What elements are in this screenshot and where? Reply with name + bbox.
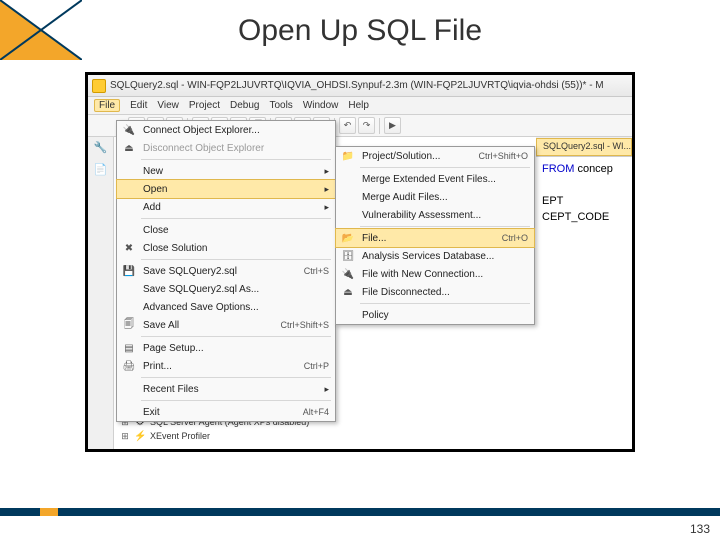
print-icon: 🖨 xyxy=(121,359,137,373)
menu-item-open[interactable]: Open▸ xyxy=(117,180,335,198)
gutter-icon[interactable]: 🔧 xyxy=(93,141,109,157)
save-all-icon: 🗐 xyxy=(121,318,137,332)
menu-item-connect[interactable]: 🔌Connect Object Explorer... xyxy=(117,121,335,139)
chevron-right-icon: ▸ xyxy=(324,166,329,177)
menu-item-print[interactable]: 🖨Print...Ctrl+P xyxy=(117,357,335,375)
menu-separator xyxy=(141,336,331,337)
menu-item-adv-save[interactable]: Advanced Save Options... xyxy=(117,298,335,316)
menu-item-new-conn[interactable]: 🔌File with New Connection... xyxy=(336,265,534,283)
expand-icon[interactable]: ⊞ xyxy=(120,431,130,442)
menu-tools[interactable]: Tools xyxy=(269,100,292,111)
menu-help[interactable]: Help xyxy=(348,100,369,111)
menu-item-add[interactable]: Add▸ xyxy=(117,198,335,216)
side-toolbox: 🔧 📄 xyxy=(88,137,114,449)
menu-separator xyxy=(141,377,331,378)
unplug-icon: ⏏ xyxy=(340,285,356,299)
menu-item-file[interactable]: 📂File...Ctrl+O xyxy=(336,229,534,247)
menu-item-disconnected[interactable]: ⏏File Disconnected... xyxy=(336,283,534,301)
tool-icon[interactable]: ▶ xyxy=(384,117,401,134)
menu-separator xyxy=(360,303,530,304)
tool-icon[interactable]: ↶ xyxy=(339,117,356,134)
code-text: concep xyxy=(574,163,613,175)
menu-item-save[interactable]: 💾Save SQLQuery2.sqlCtrl+S xyxy=(117,262,335,280)
gutter-icon[interactable]: 📄 xyxy=(93,163,109,179)
chevron-right-icon: ▸ xyxy=(324,384,329,395)
menu-item-close[interactable]: Close xyxy=(117,221,335,239)
slide-title: Open Up SQL File xyxy=(0,14,720,48)
menu-item-disconnect: ⏏Disconnect Object Explorer xyxy=(117,139,335,157)
menu-item-save-all[interactable]: 🗐Save AllCtrl+Shift+S xyxy=(117,316,335,334)
plug-icon: 🔌 xyxy=(121,123,137,137)
menu-item-exit[interactable]: ExitAlt+F4 xyxy=(117,403,335,421)
menu-item-new[interactable]: New▸ xyxy=(117,162,335,180)
menu-project[interactable]: Project xyxy=(189,100,220,111)
menu-window[interactable]: Window xyxy=(303,100,339,111)
menu-separator xyxy=(141,259,331,260)
open-submenu: 📁Project/Solution...Ctrl+Shift+O Merge E… xyxy=(335,146,535,325)
db-icon: 🗄 xyxy=(340,249,356,263)
profiler-icon: ⚡ xyxy=(134,431,146,442)
menu-view[interactable]: View xyxy=(157,100,179,111)
menu-item-recent[interactable]: Recent Files▸ xyxy=(117,380,335,398)
code-text: EPT xyxy=(542,193,626,209)
chevron-right-icon: ▸ xyxy=(324,184,329,195)
editor-tab[interactable]: SQLQuery2.sql - WI...(iqvia-ohdsi (55))*… xyxy=(536,138,632,156)
file-open-icon: 📂 xyxy=(340,231,356,245)
menu-separator xyxy=(360,167,530,168)
menu-edit[interactable]: Edit xyxy=(130,100,147,111)
toolbar-separator xyxy=(379,118,380,134)
page-icon: ▤ xyxy=(121,341,137,355)
close-icon: ✖ xyxy=(121,241,137,255)
plug-icon: 🔌 xyxy=(340,267,356,281)
app-window: SQLQuery2.sql - WIN-FQP2LJUVRTQ\IQVIA_OH… xyxy=(85,72,635,452)
code-editor: SQLQuery2.sql - WI...(iqvia-ohdsi (55))*… xyxy=(536,137,632,449)
menu-separator xyxy=(141,159,331,160)
title-bar: SQLQuery2.sql - WIN-FQP2LJUVRTQ\IQVIA_OH… xyxy=(88,75,632,97)
menu-item-project-solution[interactable]: 📁Project/Solution...Ctrl+Shift+O xyxy=(336,147,534,165)
menu-separator xyxy=(141,218,331,219)
solution-icon: 📁 xyxy=(340,149,356,163)
file-menu: 🔌Connect Object Explorer... ⏏Disconnect … xyxy=(116,120,336,422)
tree-item[interactable]: ⊞⚡XEvent Profiler xyxy=(120,429,320,443)
menu-item-policy[interactable]: Policy xyxy=(336,306,534,324)
window-title: SQLQuery2.sql - WIN-FQP2LJUVRTQ\IQVIA_OH… xyxy=(110,80,604,91)
save-icon: 💾 xyxy=(121,264,137,278)
menu-item-vuln[interactable]: Vulnerability Assessment... xyxy=(336,206,534,224)
tool-icon[interactable]: ↷ xyxy=(358,117,375,134)
menu-item-page-setup[interactable]: ▤Page Setup... xyxy=(117,339,335,357)
menu-file[interactable]: File xyxy=(94,99,120,112)
code-area[interactable]: FROM concep EPT CEPT_CODE xyxy=(536,157,632,229)
code-text: CEPT_CODE xyxy=(542,209,626,225)
menu-separator xyxy=(360,226,530,227)
page-number: 133 xyxy=(690,522,710,536)
editor-tabstrip: SQLQuery2.sql - WI...(iqvia-ohdsi (55))*… xyxy=(536,137,632,157)
app-icon xyxy=(92,79,106,93)
keyword: FROM xyxy=(542,163,574,175)
menu-item-merge-audit[interactable]: Merge Audit Files... xyxy=(336,188,534,206)
menu-bar[interactable]: File Edit View Project Debug Tools Windo… xyxy=(88,97,632,115)
menu-item-merge-ext[interactable]: Merge Extended Event Files... xyxy=(336,170,534,188)
menu-item-save-as[interactable]: Save SQLQuery2.sql As... xyxy=(117,280,335,298)
menu-separator xyxy=(141,400,331,401)
menu-item-close-solution[interactable]: ✖Close Solution xyxy=(117,239,335,257)
slide-accent-bar xyxy=(0,508,720,516)
menu-item-analysis[interactable]: 🗄Analysis Services Database... xyxy=(336,247,534,265)
unplug-icon: ⏏ xyxy=(121,141,137,155)
menu-debug[interactable]: Debug xyxy=(230,100,259,111)
chevron-right-icon: ▸ xyxy=(324,202,329,213)
